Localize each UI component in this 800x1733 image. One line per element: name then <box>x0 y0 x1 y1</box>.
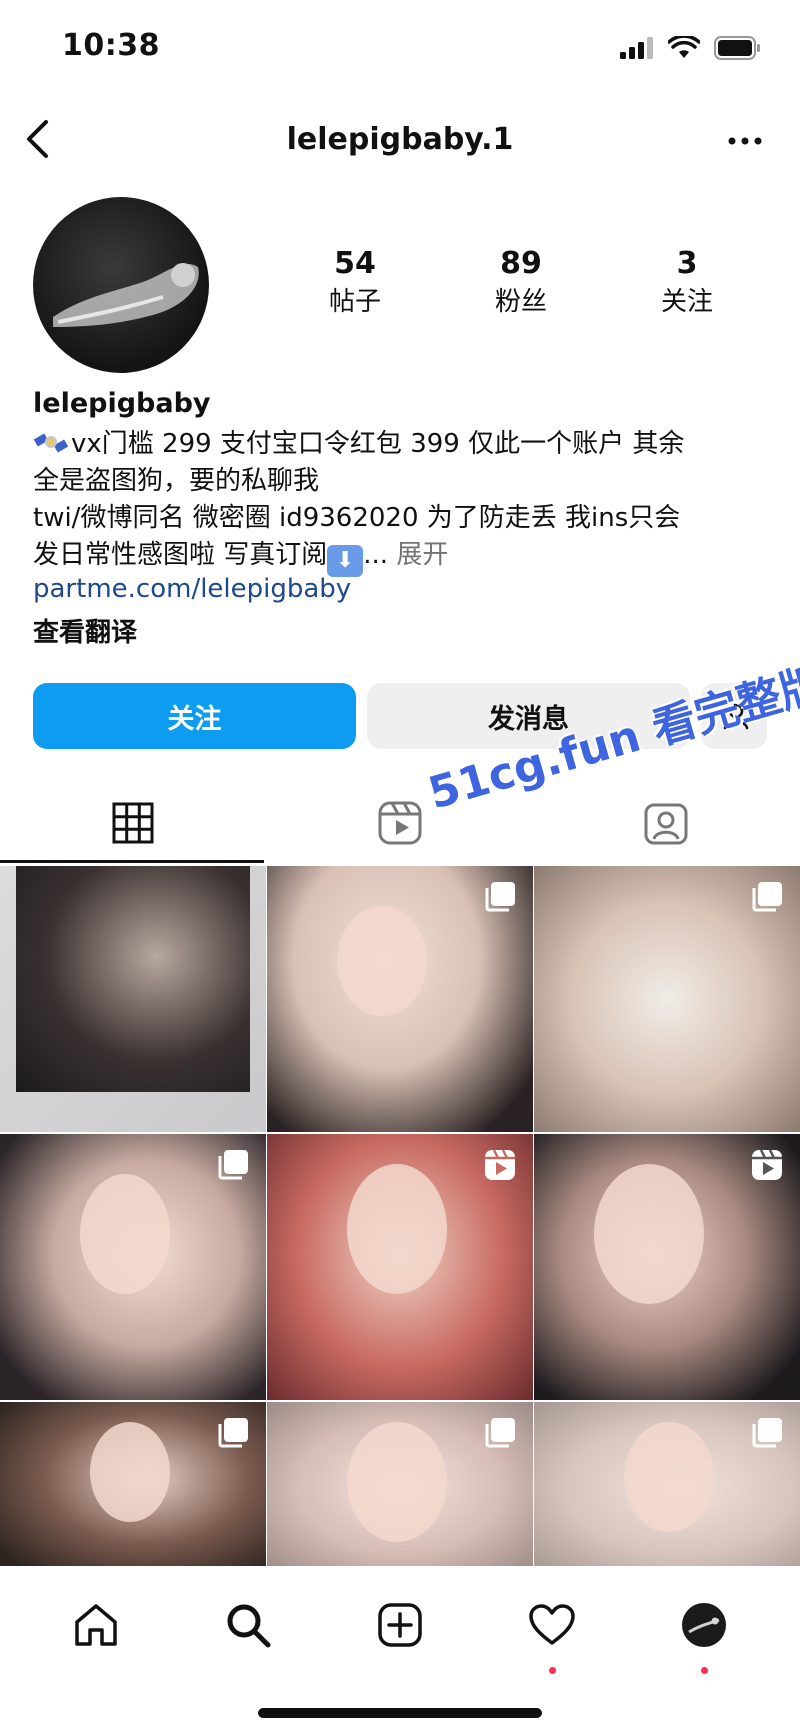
carousel-icon <box>485 1418 515 1448</box>
bio-line: twi/微博同名 微密圈 id9362020 为了防走丢 我ins只会 <box>33 503 681 533</box>
active-tab-indicator <box>0 860 264 863</box>
post-thumbnail[interactable] <box>0 1134 266 1400</box>
carousel-icon <box>218 1150 248 1180</box>
profile-avatar-icon <box>682 1603 726 1647</box>
bio-text: 发日常性感图啦 写真订阅 <box>33 540 328 570</box>
create-icon <box>378 1603 422 1647</box>
wifi-icon <box>668 36 700 58</box>
battery-icon <box>714 36 760 60</box>
post-thumbnail[interactable] <box>267 1134 533 1400</box>
cellular-signal-icon <box>620 37 653 59</box>
avatar-photo <box>53 263 199 327</box>
carousel-icon <box>752 882 782 912</box>
add-person-icon <box>718 703 749 730</box>
bio-ellipsis: ... <box>363 540 389 570</box>
satellite-icon <box>33 433 69 453</box>
post-photo <box>594 1164 704 1304</box>
search-icon <box>227 1604 271 1648</box>
down-arrow-icon: ⬇ <box>327 545 364 577</box>
bottom-nav-items <box>0 1590 800 1674</box>
status-time: 10:38 <box>62 28 160 63</box>
profile-avatar[interactable] <box>33 197 209 373</box>
profile-tabs <box>0 782 800 864</box>
stat-value: 89 <box>500 246 542 281</box>
heart-icon <box>529 1604 575 1645</box>
status-icons <box>620 36 762 60</box>
tagged-icon <box>644 803 688 845</box>
stat-label: 粉丝 <box>494 287 547 317</box>
profile-bio: vx门槛 299 支付宝口令红包 399 仅此一个账户 其余 全是盗图狗，要的私… <box>33 426 773 577</box>
see-translation-link[interactable]: 查看翻译 <box>33 612 137 649</box>
reel-icon <box>485 1149 515 1180</box>
follow-button[interactable]: 关注 <box>33 683 356 749</box>
post-thumbnail[interactable] <box>0 866 266 1132</box>
tab-reels[interactable] <box>267 782 534 864</box>
post-photo <box>90 1422 170 1522</box>
post-thumbnail[interactable] <box>0 1402 266 1566</box>
post-photo <box>624 1422 714 1532</box>
nav-activity[interactable] <box>512 1590 592 1674</box>
suggested-accounts-button[interactable] <box>701 683 767 749</box>
carousel-icon <box>752 1418 782 1448</box>
followers-count[interactable]: 89 粉丝 <box>438 246 604 320</box>
home-icon <box>75 1604 117 1646</box>
profile-stats: 54 帖子 89 粉丝 3 关注 <box>272 246 772 320</box>
post-photo <box>347 1164 447 1294</box>
bio-text: vx门槛 299 支付宝口令红包 399 仅此一个账户 其余 <box>71 429 685 459</box>
bottom-navigation <box>0 1566 800 1733</box>
post-photo <box>337 906 427 1016</box>
carousel-icon <box>485 882 515 912</box>
more-options-button[interactable] <box>720 118 770 164</box>
bio-line: 发日常性感图啦 写真订阅 ⬇... 展开 <box>33 537 773 577</box>
post-thumbnail[interactable] <box>267 866 533 1132</box>
post-photo <box>16 866 250 1092</box>
posts-count[interactable]: 54 帖子 <box>272 246 438 320</box>
message-button[interactable]: 发消息 <box>367 683 690 749</box>
nav-create[interactable] <box>360 1590 440 1660</box>
post-photo <box>80 1174 170 1294</box>
post-thumbnail[interactable] <box>534 1402 800 1566</box>
tab-posts[interactable] <box>0 782 267 864</box>
stat-label: 帖子 <box>328 287 381 317</box>
stat-value: 3 <box>676 246 698 281</box>
stat-label: 关注 <box>660 287 713 317</box>
nav-home[interactable] <box>56 1590 136 1660</box>
home-indicator <box>258 1708 542 1718</box>
profile-username-title: lelepigbaby.1 <box>286 122 514 157</box>
nav-bar: lelepigbaby.1 <box>0 110 800 172</box>
nav-profile[interactable] <box>664 1590 744 1674</box>
reels-icon <box>378 801 422 845</box>
nav-search[interactable] <box>208 1590 288 1660</box>
following-count[interactable]: 3 关注 <box>604 246 770 320</box>
profile-name: lelepigbaby <box>33 388 211 419</box>
status-bar: 10:38 <box>0 0 800 100</box>
tab-tagged[interactable] <box>533 782 800 864</box>
post-thumbnail[interactable] <box>534 1134 800 1400</box>
post-thumbnail[interactable] <box>534 866 800 1132</box>
posts-grid <box>0 866 800 1566</box>
stat-value: 54 <box>334 246 376 281</box>
bio-line: vx门槛 299 支付宝口令红包 399 仅此一个账户 其余 <box>33 426 773 463</box>
bio-external-link[interactable]: partme.com/lelepigbaby <box>33 574 351 604</box>
carousel-icon <box>218 1418 248 1448</box>
grid-icon <box>112 802 154 844</box>
reel-icon <box>752 1149 782 1180</box>
post-photo <box>347 1422 447 1542</box>
notification-dot <box>549 1667 556 1674</box>
more-icon <box>728 137 762 145</box>
bio-line: 全是盗图狗，要的私聊我 <box>33 466 320 496</box>
expand-bio-link[interactable]: 展开 <box>396 540 448 570</box>
post-thumbnail[interactable] <box>267 1402 533 1566</box>
notification-dot <box>701 1667 708 1674</box>
